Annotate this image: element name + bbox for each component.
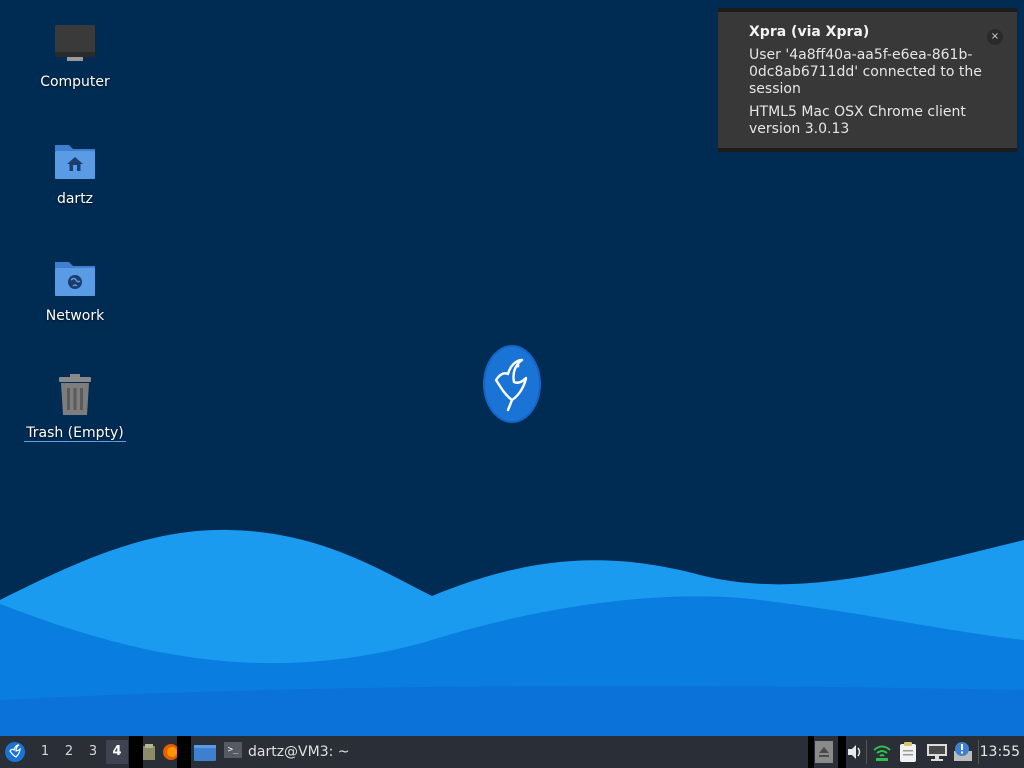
desktop-icon-label: Trash (Empty) bbox=[24, 425, 126, 442]
workspace-3[interactable]: 3 bbox=[82, 740, 104, 764]
notification-line: HTML5 Mac OSX Chrome client version 3.0.… bbox=[749, 104, 966, 137]
desktop-icon-home[interactable]: dartz bbox=[20, 139, 130, 207]
notification-body: User '4a8ff40a-aa5f-e6ea-861b-0dc8ab6711… bbox=[749, 47, 989, 144]
start-menu-icon[interactable] bbox=[4, 741, 26, 763]
panel-separator bbox=[177, 736, 191, 768]
notification-popup[interactable]: Xpra (via Xpra) User '4a8ff40a-aa5f-e6ea… bbox=[718, 8, 1017, 152]
task-button-terminal[interactable]: >_ dartz@VM3: ~ bbox=[224, 740, 350, 764]
network-folder-icon bbox=[55, 262, 95, 296]
desktop-icon-label: dartz bbox=[56, 191, 94, 207]
panel-separator bbox=[129, 736, 143, 768]
show-desktop-icon[interactable] bbox=[194, 745, 216, 761]
bird-logo bbox=[483, 345, 541, 423]
firefox-icon[interactable] bbox=[162, 742, 178, 762]
network-wired-icon[interactable] bbox=[926, 743, 948, 761]
desktop-icon-computer[interactable]: Computer bbox=[20, 22, 130, 90]
terminal-icon: >_ bbox=[224, 742, 242, 758]
desktop-icon-label: Computer bbox=[40, 74, 110, 90]
close-icon[interactable]: × bbox=[987, 29, 1003, 45]
clock[interactable]: 13:55 bbox=[980, 736, 1020, 768]
desktop-icon-trash[interactable]: Trash (Empty) bbox=[20, 373, 130, 442]
clipboard-icon[interactable] bbox=[898, 741, 918, 763]
eject-icon[interactable] bbox=[815, 741, 833, 763]
desktop-icon-label: Network bbox=[45, 308, 105, 324]
workspace-4[interactable]: 4 bbox=[106, 740, 128, 764]
panel-separator bbox=[838, 736, 846, 768]
file-manager-icon[interactable] bbox=[143, 744, 155, 760]
desktop-icon-network[interactable]: Network bbox=[20, 256, 130, 324]
update-notifier-icon[interactable] bbox=[952, 741, 974, 763]
workspace-1[interactable]: 1 bbox=[34, 740, 56, 764]
trash-icon bbox=[59, 374, 91, 415]
notification-line: User '4a8ff40a-aa5f-e6ea-861b-0dc8ab6711… bbox=[749, 47, 982, 97]
desktop[interactable]: Computer dartz Network Trash (Empty) Xpr… bbox=[0, 0, 1024, 736]
panel-separator bbox=[808, 736, 814, 768]
notification-title: Xpra (via Xpra) bbox=[749, 24, 870, 40]
panel-separator bbox=[866, 740, 867, 764]
workspace-2[interactable]: 2 bbox=[58, 740, 80, 764]
audio-icon[interactable] bbox=[846, 743, 862, 761]
taskbar: 1 2 3 4 >_ dartz@VM3: ~ 13:55 bbox=[0, 736, 1024, 768]
home-folder-icon bbox=[55, 145, 95, 179]
wifi-icon[interactable] bbox=[872, 742, 892, 762]
task-label: dartz@VM3: ~ bbox=[248, 744, 350, 760]
computer-icon bbox=[55, 25, 95, 61]
